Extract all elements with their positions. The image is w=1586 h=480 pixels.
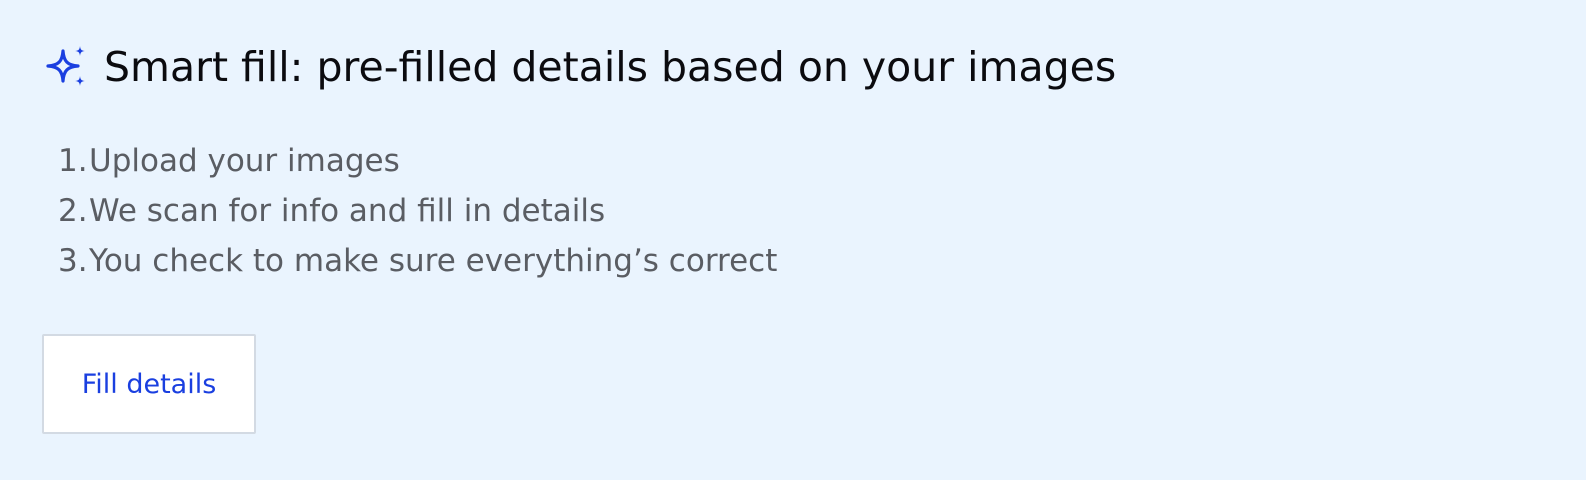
step-text: We scan for info and fill in details: [89, 193, 606, 229]
sparkle-icon: [42, 43, 90, 91]
steps-list: 1. Upload your images 2. We scan for inf…: [58, 136, 777, 286]
list-item: 3. You check to make sure everything’s c…: [58, 236, 777, 286]
step-number: 3.: [58, 243, 88, 279]
list-item: 1. Upload your images: [58, 136, 777, 186]
fill-details-label: Fill details: [81, 368, 217, 400]
panel-header: Smart fill: pre-filled details based on …: [42, 40, 1116, 94]
fill-details-button[interactable]: Fill details: [42, 334, 256, 434]
step-text: You check to make sure everything’s corr…: [89, 243, 778, 279]
panel-title: Smart fill: pre-filled details based on …: [104, 43, 1117, 91]
smart-fill-panel: Smart fill: pre-filled details based on …: [0, 0, 1586, 480]
step-text: Upload your images: [89, 143, 400, 179]
list-item: 2. We scan for info and fill in details: [58, 186, 777, 236]
step-number: 1.: [58, 143, 88, 179]
step-number: 2.: [58, 193, 88, 229]
